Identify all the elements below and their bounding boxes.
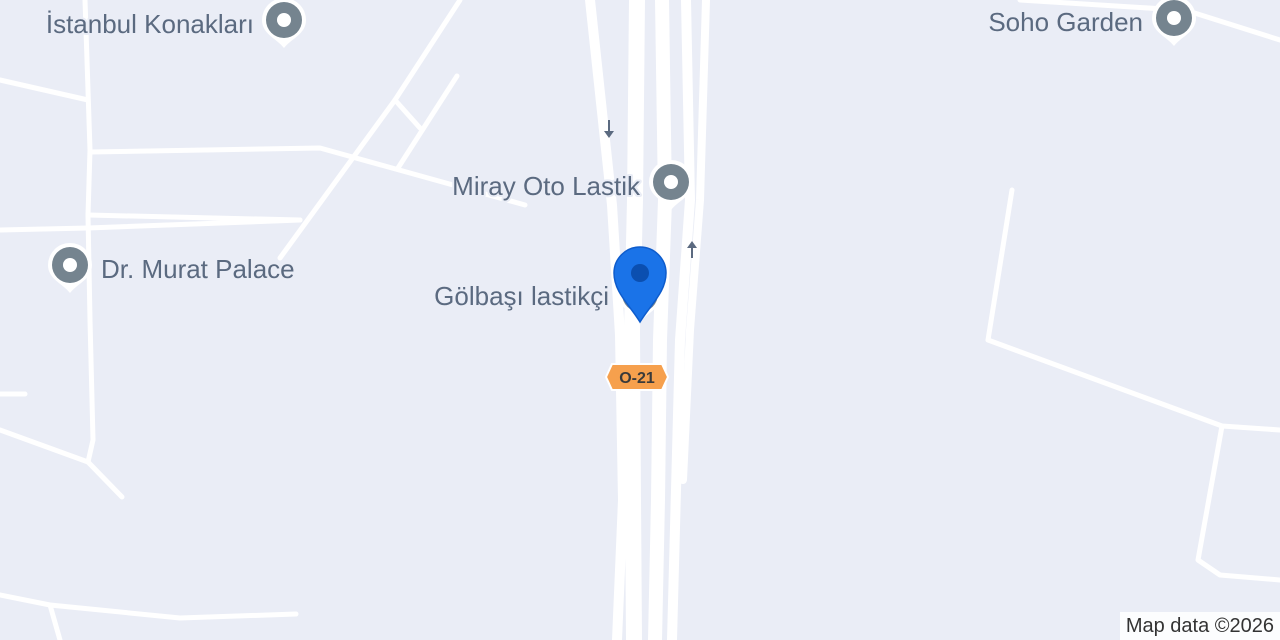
map-canvas[interactable]: İstanbul Konakları Soho Garden Miray Oto L… <box>0 0 1280 640</box>
poi-label: Dr. Murat Palace <box>101 254 295 284</box>
poi-label: Gölbaşı lastikçi <box>434 281 609 311</box>
road-shield-label: O-21 <box>619 370 655 387</box>
poi-label: İstanbul Konakları <box>46 9 254 39</box>
poi-label: Soho Garden <box>988 7 1143 37</box>
map-attribution: Map data ©2026 <box>1119 612 1280 640</box>
poi-label: Miray Oto Lastik <box>452 171 641 201</box>
road-shield: O-21 <box>604 363 670 391</box>
